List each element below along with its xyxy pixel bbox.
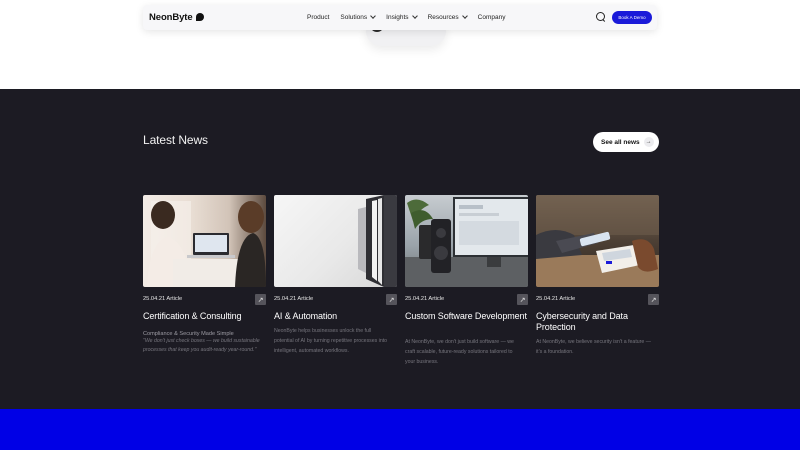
news-image[interactable] xyxy=(536,195,659,287)
nav-insights[interactable]: Insights xyxy=(386,13,418,21)
card-description: "We don't just check boxes — we build su… xyxy=(143,338,260,353)
card-title[interactable]: Cybersecurity and Data Protection xyxy=(536,311,659,333)
footer-band xyxy=(0,409,800,450)
nav-links: Product Solutions Insights Resources Com… xyxy=(307,5,505,30)
news-card[interactable]: 25.04.21 Article ↗ Custom Software Devel… xyxy=(405,195,528,365)
nav-solutions[interactable]: Solutions xyxy=(340,13,376,21)
news-card[interactable]: 25.04.21 Article ↗ Cybersecurity and Dat… xyxy=(536,195,659,355)
news-card[interactable]: 25.04.21 Article ↗ Certification & Consu… xyxy=(143,195,266,353)
logo[interactable]: NeonByte xyxy=(149,12,204,23)
section-title: Latest News xyxy=(143,133,208,147)
logo-text: NeonByte xyxy=(149,12,193,23)
nav-resources[interactable]: Resources xyxy=(427,13,468,21)
nav-insights-label: Insights xyxy=(386,14,409,21)
search-icon[interactable] xyxy=(596,12,606,22)
card-meta: 25.04.21 Article xyxy=(143,296,183,302)
card-title[interactable]: AI & Automation xyxy=(274,311,397,322)
book-demo-button[interactable]: Book A Demo xyxy=(612,11,652,24)
card-title[interactable]: Certification & Consulting xyxy=(143,311,266,322)
chevron-down-icon xyxy=(370,13,376,19)
monitor-desk-illustration xyxy=(405,197,528,287)
see-all-label: See all news xyxy=(601,138,640,146)
card-description: NeonByte helps businesses unlock the ful… xyxy=(274,328,388,354)
card-title[interactable]: Custom Software Development xyxy=(405,311,528,322)
news-image[interactable] xyxy=(274,195,397,287)
nav-product[interactable]: Product xyxy=(307,14,329,21)
news-card[interactable]: 25.04.21 Article ↗ AI & Automation NeonB… xyxy=(274,195,397,354)
news-section xyxy=(0,89,800,409)
nav-resources-label: Resources xyxy=(427,14,459,21)
arrow-up-right-icon[interactable]: ↗ xyxy=(255,294,266,305)
news-image[interactable] xyxy=(405,195,528,287)
arrow-right-icon: → xyxy=(643,137,654,147)
nav-solutions-label: Solutions xyxy=(340,14,368,21)
see-all-news-button[interactable]: See all news → xyxy=(593,132,659,152)
card-meta: 25.04.21 Article xyxy=(536,296,576,302)
news-image[interactable] xyxy=(143,195,266,287)
card-meta: 25.04.21 Article xyxy=(274,296,314,302)
office-photo-illustration xyxy=(147,201,266,287)
nav-company-label: Company xyxy=(477,14,506,21)
top-navbar: NeonByte Product Solutions Insights Reso… xyxy=(143,5,657,30)
chevron-down-icon xyxy=(461,13,468,19)
arrow-up-right-icon[interactable]: ↗ xyxy=(648,294,659,305)
logo-icon xyxy=(195,12,204,21)
card-description: At NeonByte, we don't just build softwar… xyxy=(405,339,514,365)
chevron-down-icon xyxy=(411,13,418,19)
card-description: At NeonByte, we believe security isn't a… xyxy=(536,339,651,355)
server-rack-illustration xyxy=(358,195,397,287)
payment-terminal-illustration xyxy=(536,195,659,287)
arrow-up-right-icon[interactable]: ↗ xyxy=(386,294,397,305)
nav-product-label: Product xyxy=(307,14,330,21)
nav-company[interactable]: Company xyxy=(478,14,506,21)
card-meta: 25.04.21 Article xyxy=(405,296,445,302)
arrow-up-right-icon[interactable]: ↗ xyxy=(517,294,528,305)
